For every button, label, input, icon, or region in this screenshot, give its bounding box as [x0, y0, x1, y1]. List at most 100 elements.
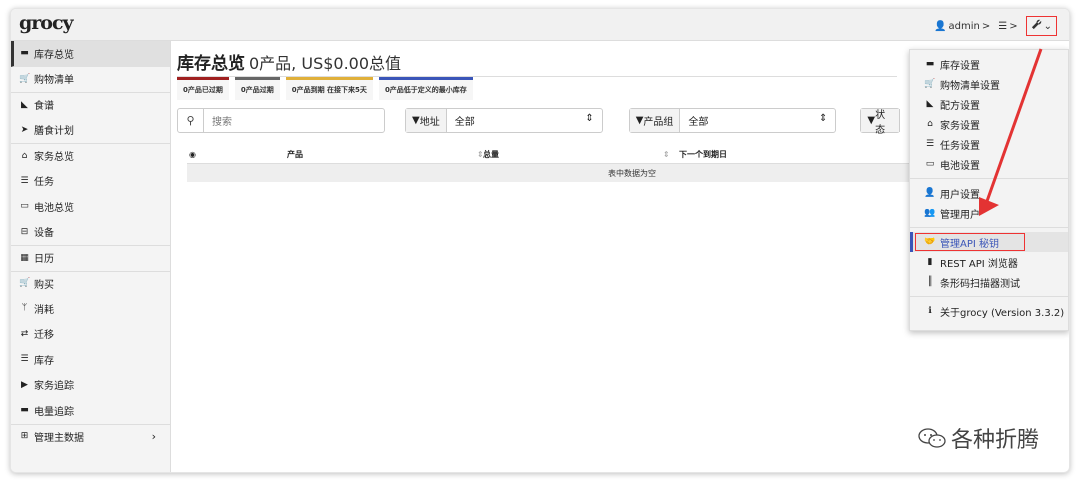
badge-overdue[interactable]: 0产品过期: [234, 77, 280, 100]
menu-task-settings[interactable]: ☰ 任务设置: [910, 134, 1068, 154]
sidebar-item-tasks[interactable]: ☰ 任务: [11, 169, 170, 195]
sidebar-item-chores-overview[interactable]: ⌂ 家务总览: [11, 143, 170, 169]
sidebar-item-label: 库存总览: [34, 49, 74, 61]
wechat-icon: [918, 428, 946, 448]
top-right-menu: 👤 admin > ☰ > ⌄: [934, 16, 1057, 36]
column-product[interactable]: 产品: [287, 149, 303, 160]
sidebar-item-label: 消耗: [34, 304, 54, 316]
menu-item-label: 管理用户: [940, 209, 980, 221]
eye-icon[interactable]: ◉: [189, 150, 196, 159]
badge-expired[interactable]: 0产品已过期: [177, 77, 229, 100]
location-select-value: 全部: [454, 117, 475, 128]
sidebar-item-recipes[interactable]: ◣ 食谱: [11, 92, 170, 118]
pizza-icon: ◣: [926, 99, 934, 109]
sidebar-item-master-data[interactable]: ⊞ 管理主数据 ›: [11, 423, 170, 450]
location-select[interactable]: 全部 ⇕: [447, 113, 602, 128]
username: admin: [948, 20, 980, 32]
menu-barcode-scanner-test[interactable]: ║ 条形码扫描器测试: [910, 272, 1068, 292]
select-arrows-icon: ⇕: [819, 113, 828, 124]
info-icon: ℹ: [928, 306, 932, 316]
column-next-due[interactable]: 下一个到期日: [679, 149, 727, 160]
sidebar-item-label: 家务总览: [34, 152, 74, 164]
sidebar-item-label: 设备: [34, 228, 54, 240]
location-filter-label-text: 地址: [419, 117, 440, 128]
status-badges: 0产品已过期 0产品过期 0产品到期 在接下来5天 0产品低于定义的最小库存: [177, 77, 473, 100]
menu-about[interactable]: ℹ 关于grocy (Version 3.3.2): [910, 301, 1068, 321]
sliders-icon: ☰: [998, 20, 1008, 32]
user-menu[interactable]: 👤 admin >: [934, 21, 990, 32]
product-group-filter-label-text: 产品组: [643, 117, 674, 128]
paper-plane-icon: ➤: [20, 124, 29, 135]
sidebar-item-label: 电量追踪: [34, 406, 74, 418]
sidebar-item-label: 购物清单: [34, 75, 74, 87]
menu-item-label: 库存设置: [940, 60, 980, 72]
browser-frame: grocy 👤 admin > ☰ > ⌄ ▬ 库存总览 🛒 购物清单 ◣ 食谱 ➤ 膳…: [10, 8, 1070, 473]
location-filter[interactable]: ▼ 地址 全部 ⇕: [405, 108, 603, 133]
sidebar-item-label: 库存: [34, 355, 54, 367]
chevron-right-icon: >: [1009, 20, 1018, 32]
sidebar-item-purchase[interactable]: 🛒 购买: [11, 270, 170, 297]
menu-chores-settings[interactable]: ⌂ 家务设置: [910, 114, 1068, 134]
settings-dropdown-menu: ▬ 库存设置 🛒 购物清单设置 ◣ 配方设置 ⌂ 家务设置 ☰ 任务设置 ▭ 电池设置 👤 用…: [909, 49, 1069, 331]
sidebar-item-chore-tracking[interactable]: ▶ 家务追踪: [11, 373, 170, 399]
status-filter[interactable]: ▼ 状态: [860, 108, 901, 136]
sidebar-item-label: 家务追踪: [34, 381, 74, 393]
user-cog-icon: 👤: [924, 188, 936, 198]
menu-manage-api-keys[interactable]: 🤝 管理API 秘钥: [910, 232, 1068, 252]
box-icon: ▬: [925, 59, 935, 69]
badge-below-min-stock[interactable]: 0产品低于定义的最小库存: [378, 77, 473, 100]
product-group-select[interactable]: 全部 ⇕: [680, 113, 835, 128]
status-filter-label-text: 状态: [875, 109, 886, 136]
sidebar: ▬ 库存总览 🛒 购物清单 ◣ 食谱 ➤ 膳食计划 ⌂ 家务总览 ☰ 任务 ▭ 电池总览 ⊟ 设…: [11, 41, 171, 472]
page-title: 库存总览 0产品, US$0.00总值: [177, 49, 401, 74]
list-icon: ☰: [925, 139, 935, 149]
filter-icon: ▼: [412, 115, 420, 126]
menu-stock-settings[interactable]: ▬ 库存设置: [910, 54, 1068, 74]
cart-plus-icon: 🛒: [19, 278, 31, 289]
sidebar-item-inventory[interactable]: ☰ 库存: [11, 347, 170, 373]
sidebar-item-label: 购买: [34, 279, 54, 291]
select-arrows-icon: ⇕: [585, 113, 594, 124]
sort-icon: ⇕: [663, 150, 670, 159]
sidebar-item-label: 迁移: [34, 330, 54, 342]
box-icon: ▬: [20, 48, 29, 59]
sidebar-item-battery-tracking[interactable]: ▬ 电量追踪: [11, 398, 170, 424]
sidebar-item-shopping-list[interactable]: 🛒 购物清单: [11, 67, 170, 93]
menu-battery-settings[interactable]: ▭ 电池设置: [910, 154, 1068, 174]
sidebar-item-stock-overview[interactable]: ▬ 库存总览: [11, 41, 170, 67]
product-group-filter[interactable]: ▼ 产品组 全部 ⇕: [628, 108, 837, 133]
sidebar-item-label: 任务: [34, 177, 54, 189]
status-filter-label: ▼ 状态: [861, 109, 901, 136]
menu-shopping-list-settings[interactable]: 🛒 购物清单设置: [910, 74, 1068, 94]
toolbox-icon: ⊟: [20, 226, 29, 237]
cart-icon: 🛒: [924, 79, 936, 89]
wrench-dropdown-toggle[interactable]: ⌄: [1025, 16, 1057, 36]
watermark-text: 各种折腾: [950, 428, 1039, 453]
sidebar-item-equipment[interactable]: ⊟ 设备: [11, 220, 170, 246]
filter-icon: ▼: [635, 115, 644, 126]
highlight-box: [915, 233, 1025, 251]
menu-item-label: 任务设置: [940, 140, 980, 152]
menu-manage-users[interactable]: 👥 管理用户: [910, 203, 1068, 223]
sidebar-item-batteries[interactable]: ▭ 电池总览: [11, 194, 170, 220]
app-logo[interactable]: grocy: [19, 12, 74, 34]
cart-icon: 🛒: [19, 73, 31, 84]
sidebar-item-transfer[interactable]: ⇄ 迁移: [11, 322, 170, 348]
badge-due-soon[interactable]: 0产品到期 在接下来5天: [285, 77, 373, 100]
menu-divider: [910, 296, 1068, 297]
chevron-down-icon: ⌄: [1043, 20, 1052, 32]
sidebar-item-label: 管理主数据: [34, 432, 84, 444]
menu-recipe-settings[interactable]: ◣ 配方设置: [910, 94, 1068, 114]
sidebar-item-meal-plan[interactable]: ➤ 膳食计划: [11, 118, 170, 144]
menu-rest-api-browser[interactable]: ▮ REST API 浏览器: [910, 252, 1068, 272]
sidebar-item-calendar[interactable]: ▦ 日历: [11, 245, 170, 271]
sidebar-item-consume[interactable]: ᛘ 消耗: [11, 296, 170, 322]
users-icon: 👥: [924, 208, 936, 218]
pizza-icon: ◣: [21, 99, 28, 110]
watermark: 各种折腾: [917, 422, 1039, 454]
column-amount[interactable]: 总量: [483, 149, 499, 160]
settings-sliders-menu[interactable]: ☰ >: [998, 21, 1017, 32]
menu-item-label: 购物清单设置: [940, 80, 1000, 92]
search-input[interactable]: ⚲ 搜索: [177, 108, 385, 133]
menu-user-settings[interactable]: 👤 用户设置: [910, 183, 1068, 203]
